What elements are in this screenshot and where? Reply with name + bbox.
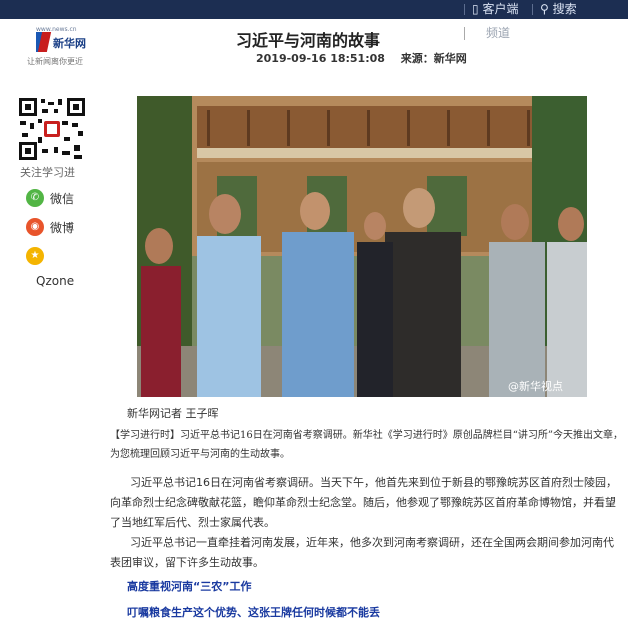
qr-code xyxy=(18,97,86,161)
article-subhead: 叮嘱粮食生产这个优势、这张王牌任何时候都不能丢 xyxy=(127,606,380,619)
qzone-icon: ★ xyxy=(26,247,44,265)
photo-illustration xyxy=(137,96,587,397)
article-photo xyxy=(137,96,587,397)
article-source: 来源：新华网 xyxy=(400,52,467,65)
article-subhead: 高度重视河南“三农”工作 xyxy=(127,580,252,593)
qr-caption: 关注学习进 xyxy=(20,166,75,179)
publish-datetime: 2019-09-16 18:51:08 xyxy=(256,52,385,65)
channel-link[interactable]: 频道 xyxy=(486,24,510,41)
photo-credit: @新华视点 xyxy=(508,380,563,393)
article-paragraph: 习近平总书记16日在河南省考察调研。当天下午，他首先来到位于新县的鄂豫皖苏区首府… xyxy=(110,476,617,529)
article-lead: 【学习进行时】习近平总书记16日在河南省考察调研。新华社《学习进行时》原创品牌栏… xyxy=(110,430,623,460)
title-divider xyxy=(464,27,465,40)
search-label: 搜索 xyxy=(552,2,577,16)
share-label: 微信 xyxy=(50,192,75,206)
search-link[interactable]: ⚲ 搜索 xyxy=(540,0,577,19)
xinhua-logo[interactable]: www.news.cn 新华网 让新闻离你更近 xyxy=(20,24,90,68)
topbar-divider xyxy=(464,4,465,15)
wechat-icon: ✆ xyxy=(26,189,44,207)
logo-slogan: 让新闻离你更近 xyxy=(27,57,83,66)
qzone-label[interactable]: Qzone xyxy=(36,274,74,288)
client-link[interactable]: ▯ 客户端 xyxy=(472,0,518,19)
article-meta: 2019-09-16 18:51:08 来源：新华网 xyxy=(256,50,467,66)
article-paragraph: 习近平总书记一直牵挂着河南发展，近年来，他多次到河南考察调研，还在全国两会期间参… xyxy=(110,536,614,569)
client-label: 客户端 xyxy=(482,2,519,16)
phone-icon: ▯ xyxy=(472,2,479,16)
article-author: 新华网记者 王子晖 xyxy=(127,407,219,420)
logo-brand: 新华网 xyxy=(53,37,86,50)
search-icon: ⚲ xyxy=(540,2,549,16)
weibo-icon: ◉ xyxy=(26,218,44,236)
top-bar: ▯ 客户端 ⚲ 搜索 xyxy=(0,0,628,19)
share-label: 微博 xyxy=(50,221,75,235)
topbar-divider xyxy=(532,4,533,15)
page-title: 习近平与河南的故事 xyxy=(236,31,381,50)
